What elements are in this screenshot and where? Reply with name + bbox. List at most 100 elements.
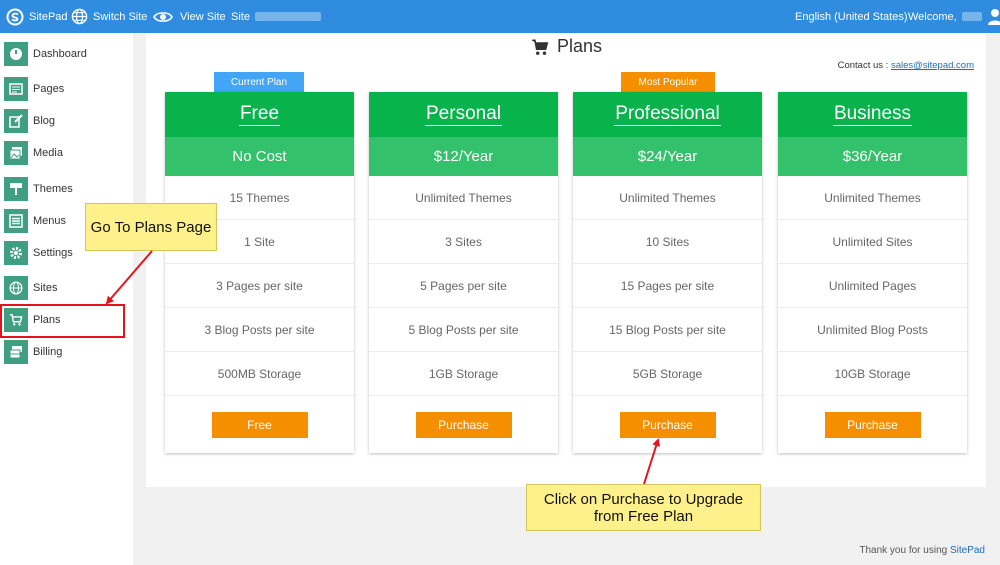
plan-feature: 10 Sites (573, 220, 762, 264)
plan-price: $12/Year (369, 137, 558, 176)
plan-feature: 3 Sites (369, 220, 558, 264)
cart-icon (532, 38, 549, 55)
plan-feature: 5GB Storage (573, 352, 762, 396)
sidebar-item-media[interactable]: Media (4, 141, 63, 165)
plan-action-row: Purchase (573, 396, 762, 453)
footer: Thank you for using SitePad (859, 545, 985, 556)
themes-icon (4, 177, 28, 201)
plan-feature: 1GB Storage (369, 352, 558, 396)
page-title-text: Plans (556, 36, 603, 56)
plan-feature: 15 Pages per site (573, 264, 762, 308)
plan-feature: Unlimited Pages (778, 264, 967, 308)
main-panel: Plans Contact us : sales@sitepad.com Cur… (146, 33, 986, 487)
plan-feature: Unlimited Blog Posts (778, 308, 967, 352)
plan-action-row: Purchase (778, 396, 967, 453)
menus-icon (4, 209, 28, 233)
purchase-annotation-note: Click on Purchase to Upgrade from Free P… (526, 484, 761, 531)
globe-icon (71, 8, 88, 25)
sidebar-item-label: Dashboard (33, 48, 87, 60)
footer-text: Thank you for using (859, 545, 948, 556)
plan-feature: 15 Blog Posts per site (573, 308, 762, 352)
sidebar-item-label: Sites (33, 282, 58, 294)
plan-feature: 10GB Storage (778, 352, 967, 396)
plan-card-professional: Professional $24/Year Unlimited Themes 1… (573, 92, 762, 453)
free-plan-button[interactable]: Free (211, 411, 308, 438)
plans-annotation-note: Go To Plans Page (85, 203, 217, 251)
purchase-professional-button[interactable]: Purchase (619, 411, 716, 438)
plan-name-text: Free (238, 102, 281, 126)
sidebar-item-settings[interactable]: Settings (4, 241, 73, 265)
plan-name: Business (778, 92, 967, 137)
globe-icon (4, 276, 28, 300)
contact-label: Contact us : (837, 60, 889, 71)
plan-feature: 3 Pages per site (165, 264, 354, 308)
plan-feature: Unlimited Themes (778, 176, 967, 220)
plan-feature: 500MB Storage (165, 352, 354, 396)
brand-logo-link[interactable]: SitePad (6, 0, 68, 33)
sitepad-logo-icon (6, 8, 24, 25)
eye-icon (153, 11, 173, 22)
sidebar-item-label: Pages (33, 83, 65, 95)
language-label: English (United States) (795, 10, 908, 23)
dashboard-icon (4, 42, 28, 66)
purchase-business-button[interactable]: Purchase (824, 411, 921, 438)
plan-card-personal: Personal $12/Year Unlimited Themes 3 Sit… (369, 92, 558, 453)
sidebar-item-label: Blog (33, 115, 56, 127)
site-name-redacted (254, 12, 321, 21)
plan-price: $36/Year (778, 137, 967, 176)
plan-card-free: Free No Cost 15 Themes 1 Site 3 Pages pe… (165, 92, 354, 453)
view-site-label: View Site (180, 10, 226, 23)
media-icon (4, 141, 28, 165)
sidebar-item-label: Media (33, 147, 63, 159)
plan-feature: 5 Pages per site (369, 264, 558, 308)
pages-icon (4, 77, 28, 101)
plan-name: Personal (369, 92, 558, 137)
switch-site-label: Switch Site (93, 10, 148, 23)
plan-name-text: Professional (614, 102, 721, 126)
username-redacted (961, 12, 982, 21)
sidebar-item-themes[interactable]: Themes (4, 177, 73, 201)
footer-link[interactable]: SitePad (950, 545, 985, 556)
billing-icon (4, 340, 28, 364)
purchase-personal-button[interactable]: Purchase (415, 411, 512, 438)
current-plan-badge: Current Plan (214, 72, 304, 92)
switch-site-link[interactable]: Switch Site (71, 0, 147, 33)
plan-feature: 5 Blog Posts per site (369, 308, 558, 352)
sidebar: Dashboard Pages Blog Media Themes Menus (0, 33, 133, 565)
sidebar-item-blog[interactable]: Blog (4, 109, 55, 133)
view-site-link[interactable]: View Site (153, 0, 226, 33)
settings-icon (4, 241, 28, 265)
plan-card-business: Business $36/Year Unlimited Themes Unlim… (778, 92, 967, 453)
most-popular-badge: Most Popular (621, 72, 715, 92)
welcome-label: Welcome, (908, 10, 957, 23)
plan-name-text: Business (832, 102, 913, 126)
contact-email-link[interactable]: sales@sitepad.com (891, 60, 974, 71)
plan-price: $24/Year (573, 137, 762, 176)
sidebar-item-sites[interactable]: Sites (4, 276, 57, 300)
sidebar-item-label: Billing (33, 346, 63, 358)
sidebar-item-label: Settings (33, 247, 73, 259)
sidebar-item-dashboard[interactable]: Dashboard (4, 42, 87, 66)
plan-price: No Cost (165, 137, 354, 176)
plan-action-row: Free (165, 396, 354, 453)
plan-name-text: Personal (425, 102, 502, 126)
plan-feature: Unlimited Themes (369, 176, 558, 220)
plan-feature: 3 Blog Posts per site (165, 308, 354, 352)
user-menu[interactable]: Welcome, (908, 0, 1000, 33)
site-label: Site (231, 10, 250, 23)
contact-info: Contact us : sales@sitepad.com (838, 60, 974, 71)
sidebar-item-label: Menus (33, 215, 67, 227)
sidebar-item-billing[interactable]: Billing (4, 340, 62, 364)
language-selector[interactable]: English (United States) (795, 0, 908, 33)
sidebar-item-pages[interactable]: Pages (4, 77, 64, 101)
plan-action-row: Purchase (369, 396, 558, 453)
site-selector[interactable]: Site (231, 0, 321, 33)
page-title: Plans (146, 36, 986, 57)
user-icon (987, 9, 1000, 25)
sidebar-item-menus[interactable]: Menus (4, 209, 66, 233)
plan-feature: Unlimited Themes (573, 176, 762, 220)
plan-feature: Unlimited Sites (778, 220, 967, 264)
top-bar: SitePad Switch Site View Site Site Engli… (0, 0, 1000, 33)
blog-icon (4, 109, 28, 133)
plans-highlight-box (0, 304, 125, 338)
